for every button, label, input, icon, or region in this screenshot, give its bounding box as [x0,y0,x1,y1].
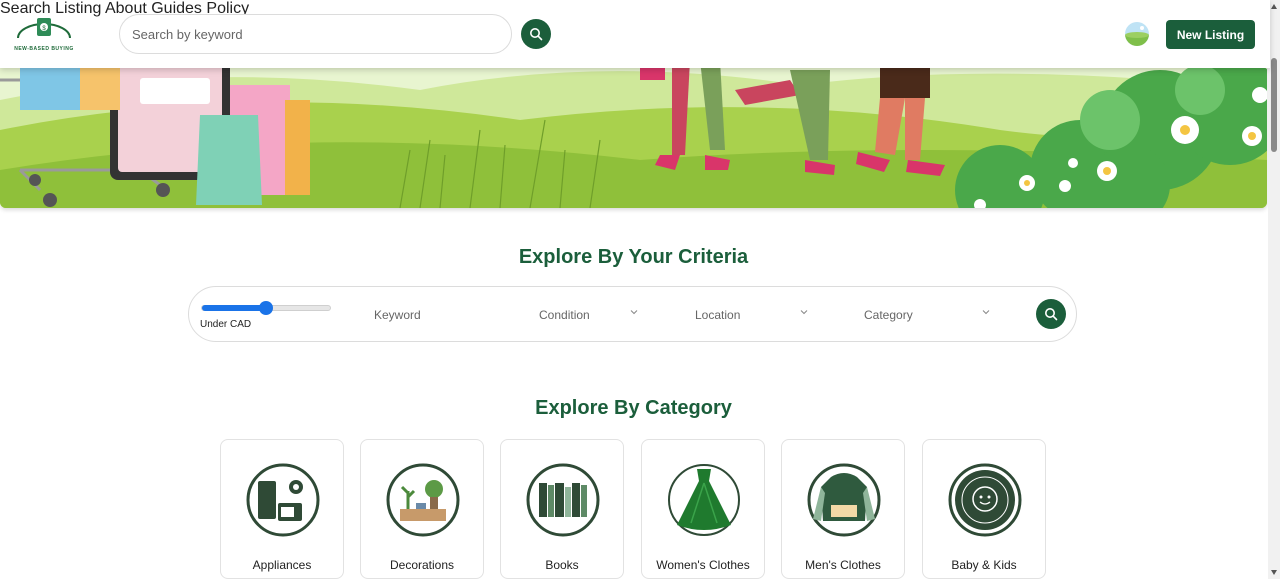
dress-icon [668,464,740,536]
price-slider[interactable] [201,301,331,315]
site-logo[interactable]: $ NEW-BASED BUYING [12,12,76,56]
location-select[interactable]: Location [695,308,740,322]
keyword-input[interactable]: Keyword [374,308,421,322]
condition-select[interactable]: Condition [539,308,590,322]
page-scrollbar[interactable] [1268,0,1280,579]
category-heading: Explore By Category [535,397,732,419]
logo-text: NEW-BASED BUYING [14,46,74,52]
hero-banner [0,60,1267,208]
scroll-thumb[interactable] [1271,58,1277,152]
search-field[interactable] [119,14,512,54]
category-card-mens-clothes[interactable]: Men's Clothes [781,439,905,579]
category-label: Women's Clothes [656,558,750,572]
search-icon [530,28,543,41]
category-label: Appliances [252,558,312,572]
banner-illustration [0,60,1267,208]
criteria-search-button[interactable] [1036,299,1066,329]
category-label: Baby & Kids [951,558,1017,572]
chevron-down-icon[interactable] [800,308,808,316]
search-button[interactable] [521,19,551,49]
category-card-womens-clothes[interactable]: Women's Clothes [641,439,765,579]
scroll-up-arrow-icon[interactable] [1271,4,1277,9]
site-header: $ NEW-BASED BUYING Search Listing About … [0,0,1270,68]
criteria-heading: Explore By Your Criteria [518,246,749,268]
category-card-decorations[interactable]: Decorations [360,439,484,579]
scroll-down-arrow-icon[interactable] [1271,570,1277,575]
price-slider-fill [202,305,266,311]
category-label: Decorations [389,558,455,572]
category-label: Men's Clothes [805,558,881,572]
decorations-icon [386,463,460,537]
price-slider-thumb[interactable] [259,301,273,315]
books-icon [526,463,600,537]
new-listing-button[interactable]: New Listing [1166,20,1255,49]
criteria-filter-bar: Under CAD Keyword Condition Location Cat… [188,286,1077,342]
price-label: Under CAD [200,319,252,330]
search-input[interactable] [120,15,511,53]
category-label: Books [545,558,579,572]
search-icon [1045,308,1058,321]
category-select[interactable]: Category [864,308,913,322]
baby-badge-icon [948,463,1022,537]
chevron-down-icon[interactable] [982,308,990,316]
category-card-appliances[interactable]: Appliances [220,439,344,579]
category-card-books[interactable]: Books [500,439,624,579]
appliances-icon [246,463,320,537]
category-card-baby-kids[interactable]: Baby & Kids [922,439,1046,579]
chevron-down-icon[interactable] [630,308,638,316]
avatar[interactable] [1125,22,1149,46]
avatar-image [1125,22,1149,46]
hoodie-icon [807,463,881,537]
